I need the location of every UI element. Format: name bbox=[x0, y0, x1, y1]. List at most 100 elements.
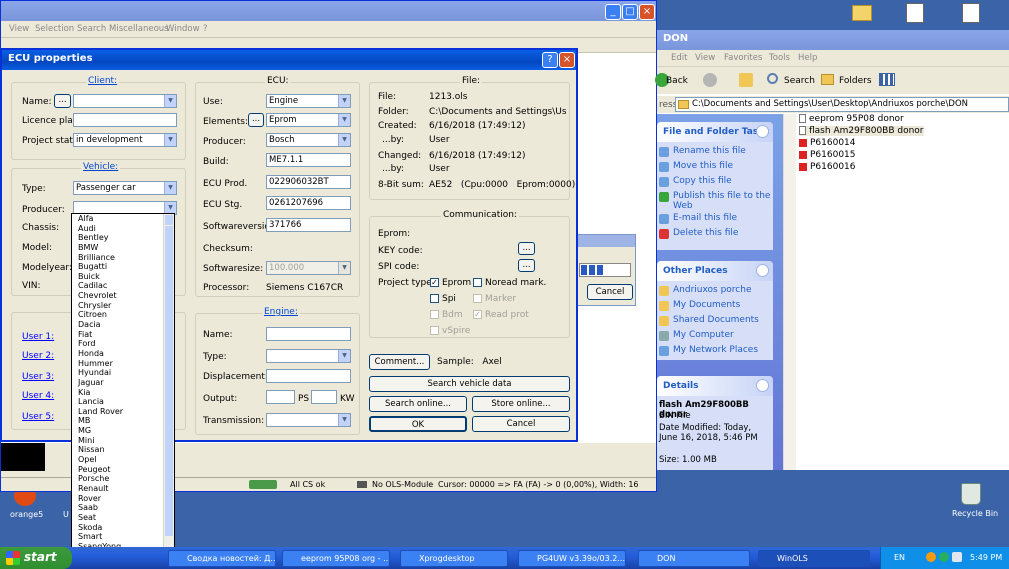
client-name-combo[interactable]: ▼ bbox=[73, 94, 177, 108]
user-5-link[interactable]: User 5: bbox=[22, 412, 54, 422]
menu-selection[interactable]: Selection bbox=[35, 24, 74, 34]
up-folder-icon[interactable] bbox=[739, 73, 753, 87]
producer-option[interactable]: Peugeot bbox=[75, 465, 174, 475]
elements-combo[interactable]: Eprom ▼ bbox=[266, 113, 351, 127]
cancel-progress-button[interactable]: Cancel bbox=[587, 284, 633, 300]
producer-option[interactable]: Saab bbox=[75, 503, 174, 513]
read-prot-checkbox[interactable]: ✓ bbox=[473, 310, 482, 319]
taskbar-btn-news[interactable]: Сводка новостей: Д... bbox=[168, 550, 276, 567]
collapse-icon[interactable] bbox=[756, 379, 769, 392]
producer-option[interactable]: Hyundai bbox=[75, 368, 174, 378]
place-network[interactable]: My Network Places bbox=[657, 345, 773, 360]
producer-option[interactable]: Dacia bbox=[75, 320, 174, 330]
producer-option[interactable]: Chrysler bbox=[75, 301, 174, 311]
taskbar-btn-don[interactable]: DON bbox=[638, 550, 750, 567]
ecu-stg-input[interactable]: 0261207696 bbox=[266, 196, 351, 210]
menu-tools[interactable]: Tools bbox=[769, 53, 790, 63]
collapse-icon[interactable] bbox=[756, 264, 769, 277]
task-rename[interactable]: Rename this file bbox=[657, 146, 773, 161]
dropdown-scrollbar[interactable] bbox=[163, 214, 174, 562]
store-online-button[interactable]: Store online... bbox=[472, 396, 570, 412]
output-ps-input[interactable] bbox=[266, 390, 295, 404]
menu-edit[interactable]: Edit bbox=[671, 53, 687, 63]
taskbar-btn-xprog[interactable]: Xprogdesktop bbox=[400, 550, 508, 567]
language-indicator[interactable]: EN bbox=[894, 553, 905, 562]
producer-option[interactable]: Bugatti bbox=[75, 262, 174, 272]
eprom-checkbox[interactable]: ✓ bbox=[430, 278, 439, 287]
producer-option[interactable]: Rover bbox=[75, 494, 174, 504]
close-icon[interactable]: × bbox=[559, 52, 575, 68]
tray-icon[interactable] bbox=[952, 552, 962, 562]
start-button[interactable]: start bbox=[0, 547, 72, 569]
search-button-label[interactable]: Search bbox=[784, 76, 815, 86]
address-input[interactable]: C:\Documents and Settings\User\Desktop\A… bbox=[675, 97, 1009, 112]
producer-option[interactable]: Fiat bbox=[75, 330, 174, 340]
marker-checkbox[interactable] bbox=[473, 294, 482, 303]
place-andriuxos[interactable]: Andriuxos porche bbox=[657, 285, 773, 300]
menu-view[interactable]: View bbox=[9, 24, 29, 34]
producer-option[interactable]: MB bbox=[75, 416, 174, 426]
producer-option[interactable]: Honda bbox=[75, 349, 174, 359]
user-4-link[interactable]: User 4: bbox=[22, 391, 54, 401]
task-publish[interactable]: Publish this file to the Web bbox=[657, 191, 773, 213]
engine-type-combo[interactable]: ▼ bbox=[266, 349, 351, 363]
taskbar-btn-eeprom[interactable]: eeprom 95P08 org - ... bbox=[282, 550, 390, 567]
producer-option[interactable]: Buick bbox=[75, 272, 174, 282]
vehicle-type-combo[interactable]: Passenger car ▼ bbox=[73, 181, 177, 195]
forward-icon[interactable] bbox=[703, 73, 717, 87]
document-icon[interactable] bbox=[962, 3, 980, 23]
folder-icon[interactable] bbox=[852, 5, 872, 21]
file-item-selected[interactable]: flash Am29F800BB donor bbox=[799, 126, 924, 136]
task-move[interactable]: Move this file bbox=[657, 161, 773, 176]
tray-icon[interactable] bbox=[926, 552, 936, 562]
producer-option[interactable]: Renault bbox=[75, 484, 174, 494]
bdm-checkbox[interactable] bbox=[430, 310, 439, 319]
search-icon[interactable] bbox=[767, 73, 778, 84]
back-button-label[interactable]: Back bbox=[666, 76, 688, 86]
file-item[interactable]: P6160015 bbox=[799, 150, 856, 160]
user-1-link[interactable]: User 1: bbox=[22, 332, 54, 342]
maximize-icon[interactable]: □ bbox=[622, 4, 638, 20]
producer-option[interactable]: Smart bbox=[75, 532, 174, 542]
place-shared-documents[interactable]: Shared Documents bbox=[657, 315, 773, 330]
spi-checkbox[interactable] bbox=[430, 294, 439, 303]
producer-option[interactable]: Seat bbox=[75, 513, 174, 523]
client-name-browse-button[interactable]: ... bbox=[54, 94, 71, 108]
producer-option[interactable]: Porsche bbox=[75, 474, 174, 484]
document-icon[interactable] bbox=[906, 3, 924, 23]
taskbar-btn-winols[interactable]: WinOLS bbox=[758, 550, 870, 567]
menu-help[interactable]: Help bbox=[798, 53, 817, 63]
file-item[interactable]: P6160014 bbox=[799, 138, 856, 148]
producer-option[interactable]: Lancia bbox=[75, 397, 174, 407]
producer-option[interactable]: Alfa bbox=[75, 214, 174, 224]
producer-option[interactable]: Cadilac bbox=[75, 281, 174, 291]
folders-icon[interactable] bbox=[821, 74, 834, 85]
producer-option[interactable]: Citroen bbox=[75, 310, 174, 320]
use-combo[interactable]: Engine ▼ bbox=[266, 94, 351, 108]
user-3-link[interactable]: User 3: bbox=[22, 372, 54, 382]
ecu-producer-combo[interactable]: Bosch ▼ bbox=[266, 133, 351, 147]
help-icon[interactable]: ? bbox=[542, 52, 558, 68]
clock[interactable]: 5:49 PM bbox=[970, 553, 1002, 562]
task-copy[interactable]: Copy this file bbox=[657, 176, 773, 191]
user-2-link[interactable]: User 2: bbox=[22, 351, 54, 361]
menu-favorites[interactable]: Favorites bbox=[724, 53, 762, 63]
place-my-computer[interactable]: My Computer bbox=[657, 330, 773, 345]
explorer-scrollbar[interactable] bbox=[783, 114, 796, 470]
place-my-documents[interactable]: My Documents bbox=[657, 300, 773, 315]
producer-option[interactable]: MG bbox=[75, 426, 174, 436]
spi-code-button[interactable]: ... bbox=[518, 259, 535, 272]
producer-option[interactable]: Brilliance bbox=[75, 253, 174, 263]
producer-option[interactable]: Mini bbox=[75, 436, 174, 446]
file-item[interactable]: eeprom 95P08 donor bbox=[799, 114, 904, 124]
displacement-input[interactable] bbox=[266, 369, 351, 383]
menu-window[interactable]: Window bbox=[166, 24, 200, 34]
producer-option[interactable]: Chevrolet bbox=[75, 291, 174, 301]
search-online-button[interactable]: Search online... bbox=[369, 396, 467, 412]
engine-name-input[interactable] bbox=[266, 327, 351, 341]
taskbar-btn-pg4uw[interactable]: PG4UW v3.39o/03.2... bbox=[518, 550, 626, 567]
views-icon[interactable] bbox=[879, 73, 895, 86]
build-input[interactable]: ME7.1.1 bbox=[266, 153, 351, 167]
vspire-checkbox[interactable] bbox=[430, 326, 439, 335]
producer-option[interactable]: Bentley bbox=[75, 233, 174, 243]
